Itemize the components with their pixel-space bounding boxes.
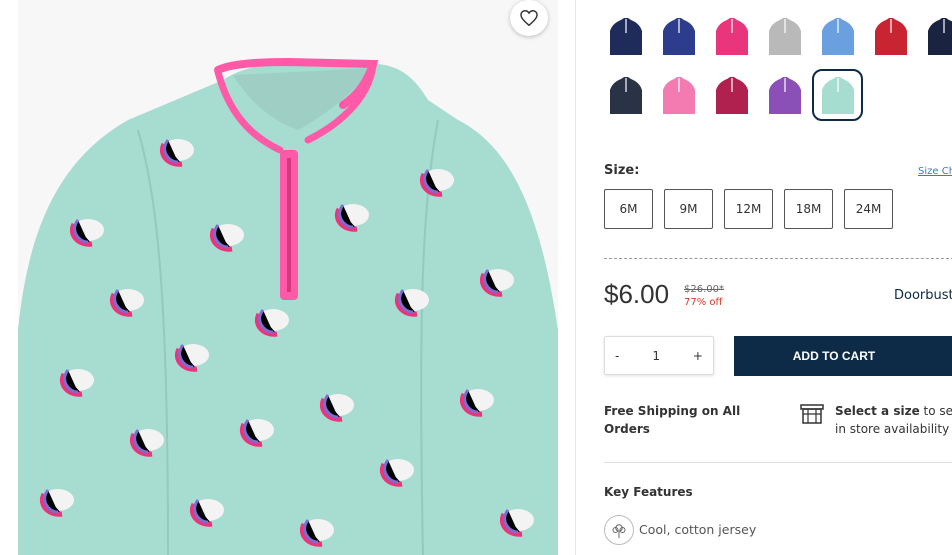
unicorn-fleece-image — [18, 57, 558, 555]
swatch-navy-pattern-1[interactable] — [604, 14, 647, 58]
swatch-garment-icon — [874, 18, 907, 55]
key-features-title: Key Features — [604, 485, 693, 499]
size-label: Size: — [604, 163, 640, 178]
color-swatches-row-1 — [604, 14, 952, 58]
cotton-icon — [604, 515, 634, 545]
swatch-garment-icon — [768, 77, 801, 114]
favorite-button[interactable] — [510, 0, 548, 36]
swatch-purple-colorblock[interactable] — [763, 73, 806, 117]
swatch-garment-icon — [662, 18, 695, 55]
quantity-value[interactable]: 1 — [652, 349, 660, 363]
store-availability-text[interactable]: Select a size to see in store availabili… — [835, 402, 952, 438]
swatch-navy-pattern-2[interactable] — [657, 14, 700, 58]
swatch-garment-icon — [609, 18, 642, 55]
size-chart-link[interactable]: Size Chart — [918, 166, 952, 177]
add-to-cart-button[interactable]: ADD TO CART — [734, 336, 952, 376]
product-image-panel — [0, 0, 575, 555]
swatch-pink-colorblock[interactable] — [710, 14, 753, 58]
swatch-garment-icon — [662, 77, 695, 114]
size-options: 6M 9M 12M 18M 24M — [604, 189, 893, 229]
swatch-navy-dots[interactable] — [922, 14, 952, 58]
product-image[interactable] — [18, 0, 558, 555]
quantity-stepper: - 1 + — [604, 336, 714, 375]
swatch-stripe-multi[interactable] — [816, 14, 859, 58]
swatch-berry-hearts[interactable] — [710, 73, 753, 117]
swatch-garment-icon — [715, 77, 748, 114]
swatch-garment-icon — [821, 18, 854, 55]
swatch-garment-icon — [821, 77, 854, 114]
size-option-9m[interactable]: 9M — [664, 189, 713, 229]
swatch-red-fairisle[interactable] — [869, 14, 912, 58]
store-text-line1: to see — [923, 404, 952, 418]
color-swatches-row-2 — [604, 69, 863, 121]
size-option-6m[interactable]: 6M — [604, 189, 653, 229]
product-details: Size: Size Chart 6M 9M 12M 18M 24M $6.00… — [576, 0, 952, 555]
swatch-garment-icon — [609, 77, 642, 114]
swatch-garment-icon — [927, 18, 952, 55]
swatch-pink-solid[interactable] — [657, 73, 700, 117]
store-text-line2: in store availability — [835, 422, 950, 436]
swatch-grey-print[interactable] — [763, 14, 806, 58]
discount-percent: 77% off — [684, 297, 723, 308]
feature-item-text: Cool, cotton jersey — [639, 522, 757, 537]
doorbuster-badge: Doorbuster — [894, 288, 952, 303]
free-shipping-text: Free Shipping on All Orders — [604, 404, 741, 436]
size-option-12m[interactable]: 12M — [724, 189, 773, 229]
quantity-increment-button[interactable]: + — [693, 349, 703, 363]
dashed-divider — [604, 258, 952, 259]
store-icon — [800, 404, 824, 424]
size-option-18m[interactable]: 18M — [784, 189, 833, 229]
store-select-size: Select a size — [835, 404, 920, 418]
swatch-garment-icon — [715, 18, 748, 55]
original-price: $26.00* — [684, 284, 724, 295]
heart-icon — [520, 10, 538, 26]
size-option-24m[interactable]: 24M — [844, 189, 893, 229]
sale-price: $6.00 — [604, 279, 670, 309]
quantity-decrement-button[interactable]: - — [615, 349, 619, 363]
swatch-navy-stripe[interactable] — [604, 73, 647, 117]
section-divider — [604, 462, 952, 463]
swatch-garment-icon — [768, 18, 801, 55]
swatch-mint-unicorn[interactable] — [812, 69, 863, 121]
